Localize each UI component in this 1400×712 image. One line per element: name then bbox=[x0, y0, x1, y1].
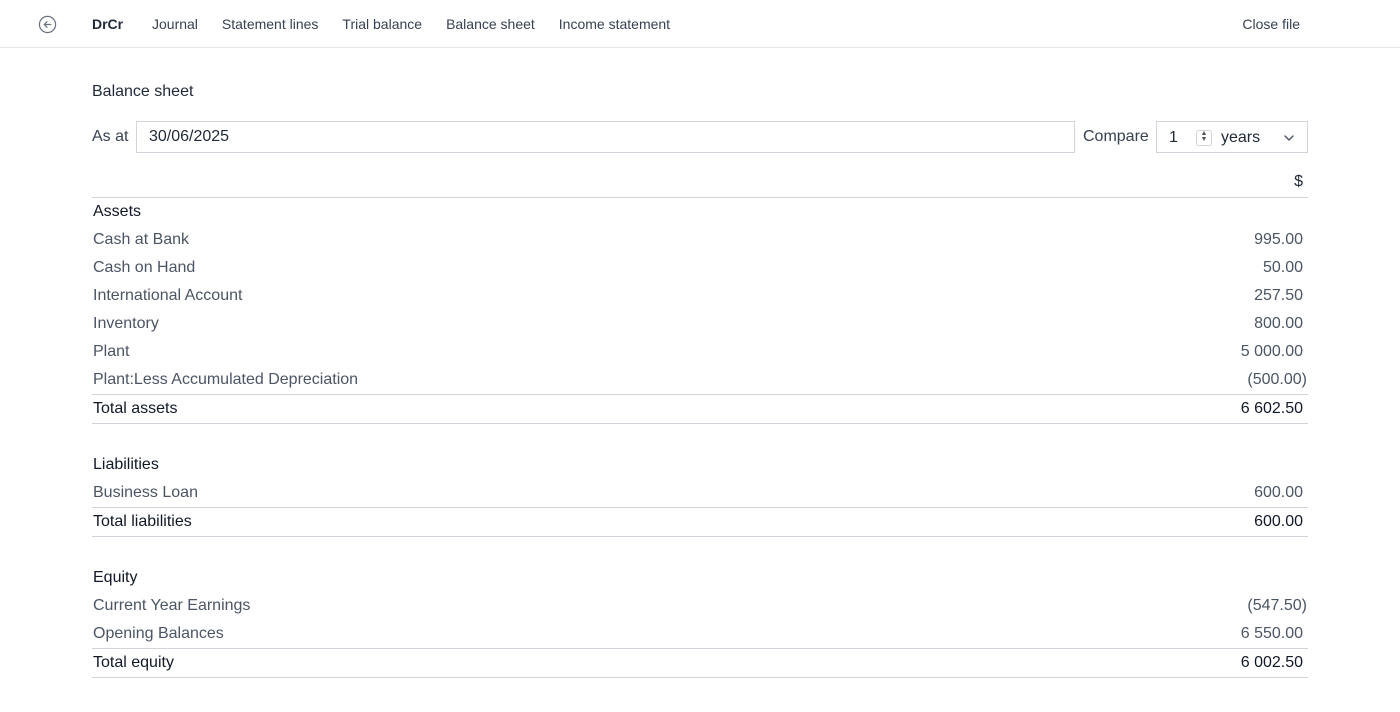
section-heading-liabilities: Liabilities bbox=[93, 456, 159, 473]
account-name[interactable]: Opening Balances bbox=[93, 620, 224, 648]
account-amount: 50.00 bbox=[1262, 259, 1303, 276]
total-row-equity: Total equity 6 002.50 bbox=[92, 648, 1308, 678]
account-name[interactable]: Inventory bbox=[93, 310, 159, 338]
compare-group: 1 ▲ ▼ years bbox=[1156, 121, 1308, 153]
nav-journal[interactable]: Journal bbox=[152, 16, 198, 32]
top-navigation-bar: DrCr Journal Statement lines Trial balan… bbox=[0, 0, 1400, 48]
report-controls: As at Compare 1 ▲▼ years bbox=[92, 121, 1308, 153]
as-at-label: As at bbox=[92, 128, 129, 145]
report-row: Inventory 800.00 bbox=[92, 310, 1308, 338]
account-name[interactable]: Cash at Bank bbox=[93, 226, 189, 254]
report-row: Business Loan 600.00 bbox=[92, 479, 1308, 507]
total-amount: 6 602.50 bbox=[1240, 400, 1303, 417]
section-heading-equity: Equity bbox=[93, 569, 138, 586]
total-label: Total equity bbox=[93, 654, 174, 671]
account-amount: 995.00 bbox=[1254, 231, 1303, 248]
report-row: Current Year Earnings (547.50) bbox=[92, 592, 1308, 620]
report-row: Opening Balances 6 550.00 bbox=[92, 620, 1308, 648]
compare-number-input[interactable]: 1 bbox=[1169, 129, 1178, 147]
circle-arrow-left-icon[interactable] bbox=[38, 15, 57, 34]
report-row: Cash at Bank 995.00 bbox=[92, 226, 1308, 254]
currency-header-row: $ bbox=[92, 170, 1308, 198]
account-name[interactable]: International Account bbox=[93, 282, 242, 310]
account-name[interactable]: Current Year Earnings bbox=[93, 592, 250, 620]
nav-income-statement[interactable]: Income statement bbox=[559, 16, 670, 32]
account-amount: 800.00 bbox=[1254, 315, 1303, 332]
account-name[interactable]: Plant:Less Accumulated Depreciation bbox=[93, 366, 358, 394]
chevron-down-icon[interactable] bbox=[1283, 132, 1295, 144]
account-amount: 5 000.00 bbox=[1240, 343, 1303, 360]
account-amount: 6 550.00 bbox=[1240, 625, 1303, 642]
nav-trial-balance[interactable]: Trial balance bbox=[342, 16, 422, 32]
main-nav: Journal Statement lines Trial balance Ba… bbox=[152, 16, 694, 32]
total-row-assets: Total assets 6 602.50 bbox=[92, 394, 1308, 424]
account-name[interactable]: Cash on Hand bbox=[93, 254, 195, 282]
compare-label: Compare bbox=[1083, 128, 1149, 145]
brand-logo-text[interactable]: DrCr bbox=[92, 16, 123, 32]
account-amount: 257.50 bbox=[1254, 287, 1303, 304]
balance-sheet-report: $ Assets Cash at Bank 995.00 Cash on Hand… bbox=[92, 170, 1308, 678]
total-amount: 600.00 bbox=[1254, 513, 1303, 530]
nav-statement-lines[interactable]: Statement lines bbox=[222, 16, 319, 32]
close-file-link[interactable]: Close file bbox=[1242, 16, 1300, 32]
account-name[interactable]: Business Loan bbox=[93, 479, 198, 507]
total-label: Total liabilities bbox=[93, 513, 192, 530]
account-amount: 600.00 bbox=[1254, 484, 1303, 501]
currency-symbol: $ bbox=[1294, 173, 1303, 190]
number-spinner-icon[interactable]: ▲ ▼ bbox=[1196, 130, 1212, 146]
report-row: Plant:Less Accumulated Depreciation (500.… bbox=[92, 366, 1308, 394]
total-amount: 6 002.50 bbox=[1240, 654, 1303, 671]
as-at-date-input[interactable] bbox=[136, 121, 1075, 153]
account-amount: (500.00) bbox=[1247, 371, 1307, 388]
section-heading-assets: Assets bbox=[93, 203, 142, 220]
account-name[interactable]: Plant bbox=[93, 338, 129, 366]
report-row: International Account 257.50 bbox=[92, 282, 1308, 310]
report-row: Cash on Hand 50.00 bbox=[92, 254, 1308, 282]
nav-balance-sheet[interactable]: Balance sheet bbox=[446, 16, 535, 32]
total-row-liabilities: Total liabilities 600.00 bbox=[92, 507, 1308, 537]
page-title: Balance sheet bbox=[92, 83, 194, 100]
account-amount: (547.50) bbox=[1247, 597, 1307, 614]
total-label: Total assets bbox=[93, 400, 178, 417]
report-row: Plant 5 000.00 bbox=[92, 338, 1308, 366]
compare-unit-select[interactable]: years bbox=[1221, 129, 1260, 147]
